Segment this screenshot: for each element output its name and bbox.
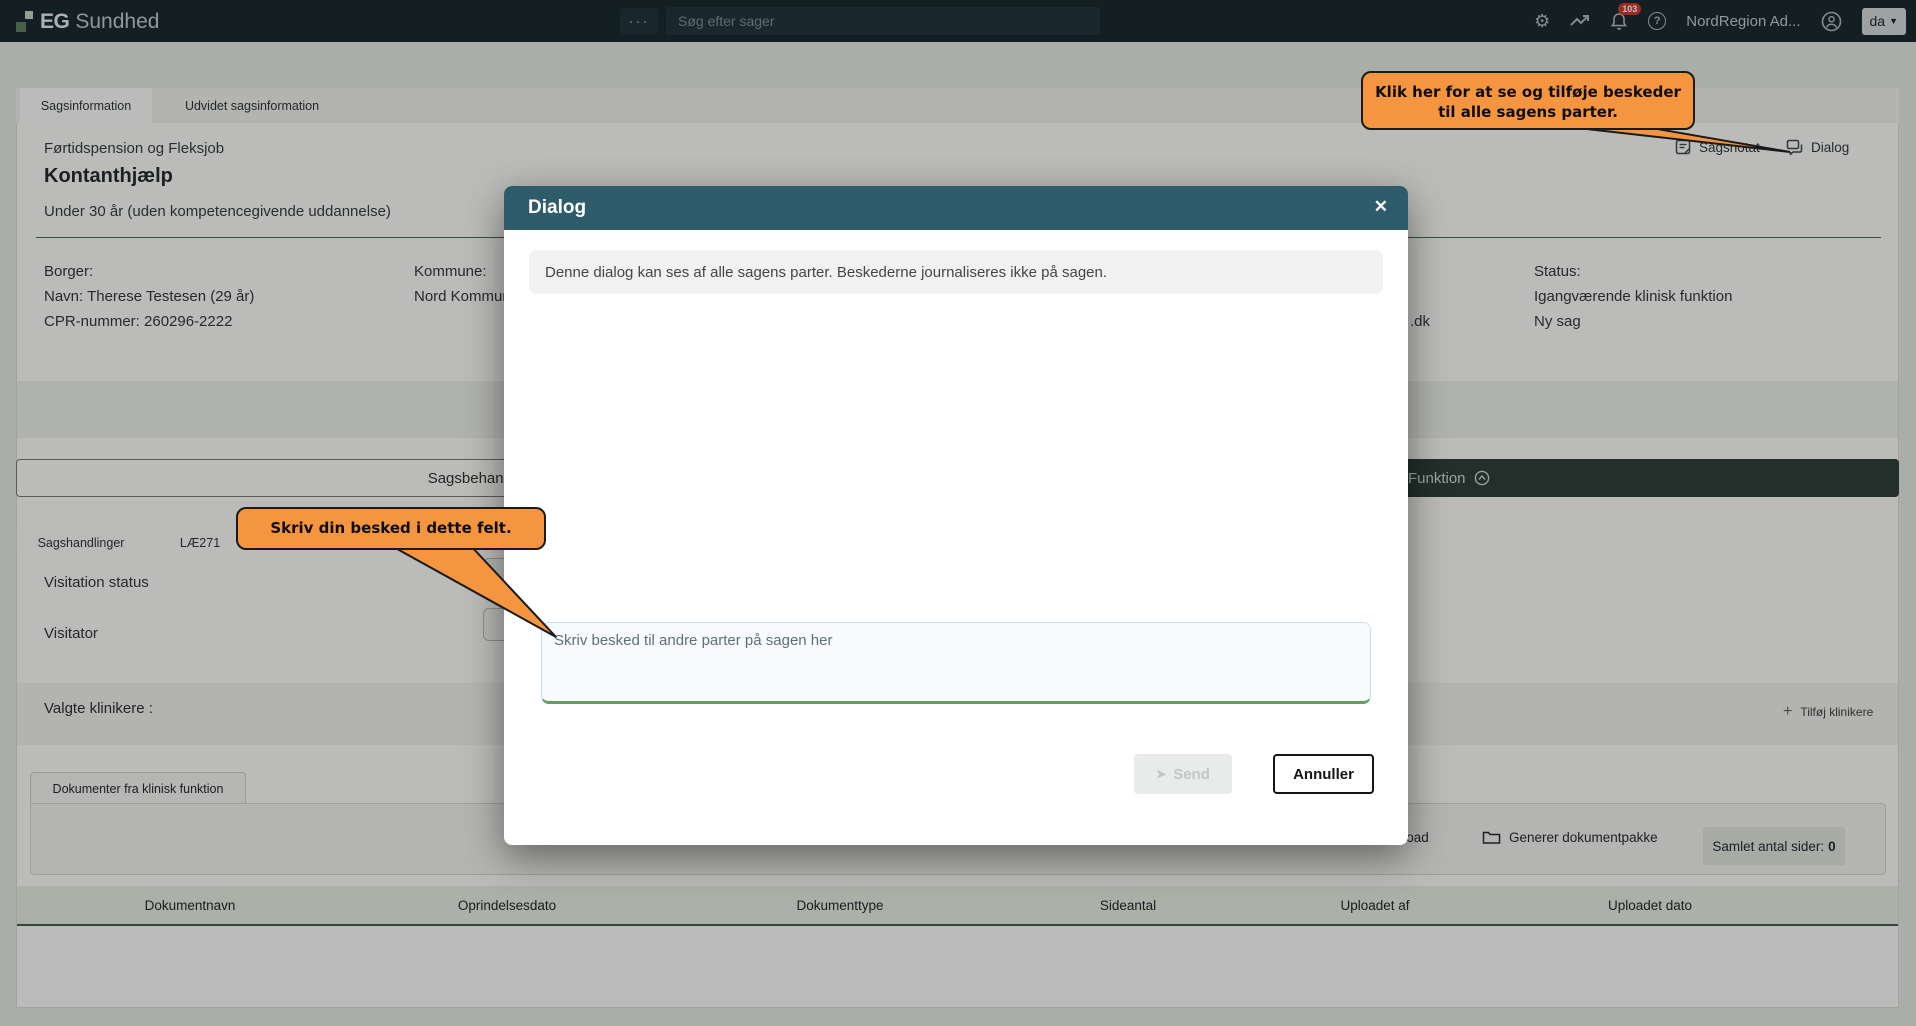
send-button[interactable]: ➤ Send (1134, 754, 1232, 794)
message-hint-callout: Skriv din besked i dette felt. (236, 507, 546, 550)
dialog-modal: Dialog ✕ Denne dialog kan ses af alle sa… (504, 186, 1408, 845)
message-textarea[interactable] (541, 622, 1371, 704)
dialog-modal-header: Dialog ✕ (504, 186, 1408, 230)
dialog-hint-line1: Klik her for at se og tilføje beskeder (1363, 82, 1693, 102)
dialog-modal-title: Dialog (528, 197, 586, 219)
app-screen: EG Sundhed ··· ⚙ 103 ? NordRegion Ad... … (0, 0, 1916, 1026)
close-icon[interactable]: ✕ (1374, 197, 1388, 217)
dialog-hint-callout: Klik her for at se og tilføje beskeder t… (1361, 71, 1695, 130)
send-arrow-icon: ➤ (1156, 767, 1166, 781)
send-label: Send (1173, 766, 1210, 783)
dialog-info-banner: Denne dialog kan ses af alle sagens part… (529, 250, 1383, 294)
cancel-button[interactable]: Annuller (1273, 754, 1374, 794)
dialog-hint-line2: til alle sagens parter. (1363, 102, 1693, 122)
message-hint-tail (370, 543, 570, 643)
